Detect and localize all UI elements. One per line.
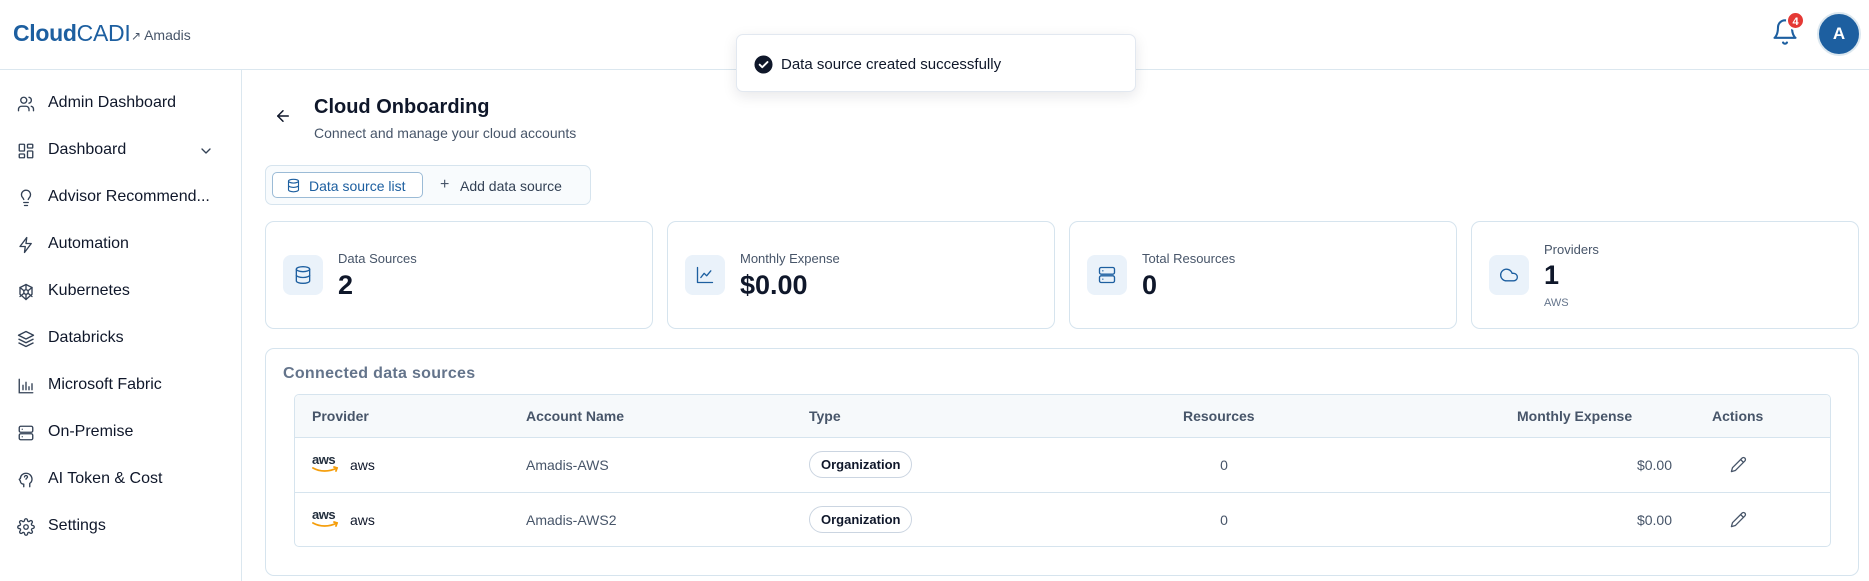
sidebar: Admin Dashboard Dashboard Advisor Recomm… — [0, 70, 242, 581]
sidebar-item-label: Automation — [48, 235, 129, 252]
aws-logo: aws — [312, 507, 340, 529]
stat-value: 1 — [1544, 260, 1560, 290]
stat-card-monthly-expense: Monthly Expense $0.00 — [667, 221, 1055, 329]
tab-bar: Data source list + Add data source — [265, 165, 591, 205]
tab-data-source-list[interactable]: Data source list — [272, 172, 423, 198]
stat-card-providers: Providers 1 AWS — [1471, 221, 1859, 329]
column-header-resources[interactable]: Resources — [1183, 408, 1255, 424]
monthly-expense: $0.00 — [1636, 457, 1672, 473]
sidebar-item-label: Dashboard — [48, 141, 127, 158]
column-header-type[interactable]: Type — [809, 408, 841, 424]
layers-icon — [17, 330, 35, 348]
back-arrow-icon[interactable] — [274, 107, 292, 125]
zap-icon — [19, 236, 32, 254]
provider-name: aws — [350, 512, 375, 528]
sidebar-item-on-premise[interactable]: On-Premise — [0, 413, 241, 453]
page-subtitle: Connect and manage your cloud accounts — [314, 125, 577, 141]
sidebar-item-microsoft-fabric[interactable]: Microsoft Fabric — [0, 366, 241, 406]
server-icon — [1098, 266, 1116, 284]
avatar[interactable]: A — [1817, 12, 1861, 56]
page-title: Cloud Onboarding — [314, 96, 490, 118]
success-toast: Data source created successfully — [736, 34, 1136, 92]
column-header-provider[interactable]: Provider — [312, 408, 369, 424]
provider-name: aws — [350, 457, 375, 473]
toast-message: Data source created successfully — [781, 56, 1002, 73]
type-badge: Organization — [809, 451, 913, 478]
sidebar-item-settings[interactable]: Settings — [0, 507, 241, 547]
database-icon — [287, 178, 300, 193]
data-sources-table: Provider Account Name Type Resources Mon… — [294, 394, 1831, 547]
kubernetes-icon — [19, 283, 33, 301]
table-row[interactable]: aws aws Amadis-AWS Organization 0 $0.00 — [295, 438, 1830, 493]
brain-icon — [18, 472, 33, 488]
tab-label: Data source list — [309, 178, 406, 194]
sidebar-item-advisor[interactable]: Advisor Recommend... — [0, 178, 241, 218]
column-header-account[interactable]: Account Name — [526, 408, 624, 424]
sidebar-item-label: Microsoft Fabric — [48, 376, 162, 393]
aws-logo: aws — [312, 452, 340, 474]
account-name: Amadis-AWS — [526, 457, 609, 473]
sidebar-item-label: Kubernetes — [48, 282, 130, 299]
account-name: Amadis-AWS2 — [526, 512, 617, 528]
tenant-link[interactable]: ↗ Amadis — [131, 27, 191, 43]
monthly-expense: $0.00 — [1636, 512, 1672, 528]
table-header: Provider Account Name Type Resources Mon… — [295, 395, 1830, 438]
sidebar-item-ai-token[interactable]: AI Token & Cost — [0, 460, 241, 500]
stat-value: 0 — [1142, 270, 1158, 300]
table-row[interactable]: aws aws Amadis-AWS2 Organization 0 $0.00 — [295, 493, 1830, 546]
sidebar-item-label: Settings — [48, 517, 106, 534]
resources-count: 0 — [1220, 457, 1228, 473]
lightbulb-icon — [20, 189, 32, 207]
connected-sources-panel: Connected data sources Provider Account … — [265, 348, 1859, 576]
sidebar-item-label: Admin Dashboard — [48, 94, 177, 111]
external-link-icon: ↗ — [131, 29, 142, 43]
server-icon — [18, 425, 34, 441]
type-badge: Organization — [809, 506, 913, 533]
sidebar-item-label: Advisor Recommend... — [48, 188, 210, 205]
column-header-actions: Actions — [1712, 408, 1764, 424]
column-header-monthly-expense[interactable]: Monthly Expense — [1517, 408, 1632, 424]
sidebar-item-dashboard[interactable]: Dashboard — [0, 131, 241, 171]
cloud-icon — [1500, 268, 1518, 282]
dashboard-icon — [18, 143, 34, 159]
stat-value: $0.00 — [740, 270, 808, 300]
sidebar-item-databricks[interactable]: Databricks — [0, 319, 241, 359]
sidebar-item-label: AI Token & Cost — [48, 470, 163, 487]
sidebar-item-admin-dashboard[interactable]: Admin Dashboard — [0, 84, 241, 124]
stat-card-data-sources: Data Sources 2 — [265, 221, 653, 329]
bar-chart-icon — [18, 378, 34, 394]
stat-label: Total Resources — [1142, 251, 1236, 266]
resources-count: 0 — [1220, 512, 1228, 528]
notification-badge: 4 — [1786, 11, 1805, 30]
stat-label: Providers — [1544, 242, 1599, 257]
edit-pencil-icon[interactable] — [1730, 511, 1747, 528]
tenant-name: Amadis — [144, 27, 191, 43]
sidebar-item-label: On-Premise — [48, 423, 134, 440]
gear-icon — [17, 518, 35, 536]
check-circle-icon — [754, 55, 773, 74]
tab-label: Add data source — [460, 178, 562, 194]
chevron-down-icon[interactable] — [198, 143, 214, 159]
stat-label: Monthly Expense — [740, 251, 840, 266]
database-icon — [295, 266, 311, 285]
stat-label: Data Sources — [338, 251, 417, 266]
stat-card-total-resources: Total Resources 0 — [1069, 221, 1457, 329]
sidebar-item-automation[interactable]: Automation — [0, 225, 241, 265]
sidebar-item-label: Databricks — [48, 329, 124, 346]
app-logo[interactable]: CloudCADI — [13, 20, 131, 47]
stat-value: 2 — [338, 270, 354, 300]
users-icon — [17, 96, 35, 112]
stat-sub: AWS — [1544, 297, 1569, 309]
edit-pencil-icon[interactable] — [1730, 456, 1747, 473]
sidebar-item-kubernetes[interactable]: Kubernetes — [0, 272, 241, 312]
panel-title: Connected data sources — [283, 365, 476, 382]
plus-icon: + — [440, 176, 450, 193]
line-chart-icon — [696, 266, 714, 284]
